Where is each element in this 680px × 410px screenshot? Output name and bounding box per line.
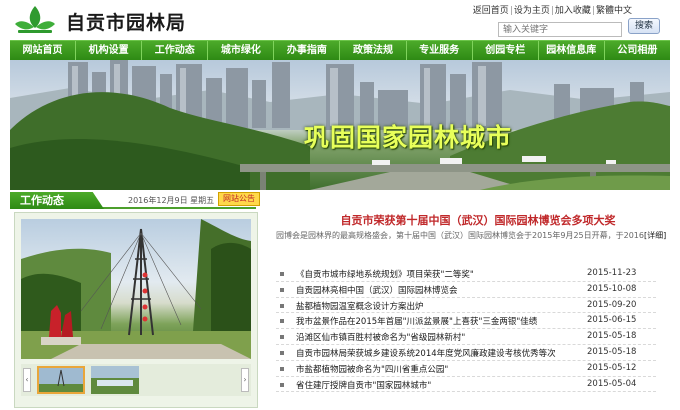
thumbnail-2[interactable] xyxy=(91,366,139,394)
site-title: 自贡市园林局 xyxy=(66,12,187,34)
news-item[interactable]: 盐都植物园温室概念设计方案出炉 2015-09-20 xyxy=(276,298,656,314)
news-date: 2015-09-20 xyxy=(587,299,637,310)
search-button[interactable]: 搜索 xyxy=(628,18,660,34)
search-input[interactable] xyxy=(498,22,622,37)
home-link[interactable]: 返回首页 xyxy=(473,6,509,16)
summary-text: 园博会是园林界的最高规格盛会，第十届中国（武汉）国际园林博览会于2015年9月2… xyxy=(276,231,644,240)
news-title[interactable]: 省住建厅授牌自贡市"国家园林城市" xyxy=(296,379,581,391)
nav-item-photo-album[interactable]: 公司相册 xyxy=(605,41,670,60)
nav-item-services[interactable]: 专业服务 xyxy=(407,41,473,60)
current-date: 2016年12月9日 星期五 xyxy=(128,196,215,205)
news-title[interactable]: 《自贡市城市绿地系统规划》项目荣获"二等奖" xyxy=(296,268,581,280)
news-title[interactable]: 自贡园林亮相中国（武汉）国际园林博览会 xyxy=(296,284,581,296)
banner-slogan: 巩固国家园林城市 xyxy=(304,123,513,152)
traditional-chinese-link[interactable]: 繁體中文 xyxy=(596,6,632,16)
top-links: 返回首页|设为主页|加入收藏|繁體中文 xyxy=(472,6,632,16)
thumbnail-strip: ‹ › xyxy=(21,364,251,396)
news-date: 2015-05-18 xyxy=(587,346,637,357)
headline-title[interactable]: 自贡市荣获第十届中国（武汉）国际园林博览会多项大奖 xyxy=(298,212,658,228)
news-item[interactable]: 自贡市园林局荣获城乡建设系统2014年度党风廉政建设考核优秀等次 2015-05-… xyxy=(276,345,656,361)
news-item[interactable]: 省住建厅授牌自贡市"国家园林城市" 2015-05-04 xyxy=(276,377,656,393)
add-favorite-link[interactable]: 加入收藏 xyxy=(555,6,591,16)
news-title[interactable]: 自贡市园林局荣获城乡建设系统2014年度党风廉政建设考核优秀等次 xyxy=(296,347,581,359)
square-bullet-icon xyxy=(280,366,284,371)
chevron-left-icon[interactable]: ‹ xyxy=(23,368,31,392)
news-item[interactable]: 《自贡市城市绿地系统规划》项目荣获"二等奖" 2015-11-23 xyxy=(276,266,656,282)
header: 自贡市园林局 返回首页|设为主页|加入收藏|繁體中文 搜索 xyxy=(0,0,680,40)
nav-item-garden-database[interactable]: 园林信息库 xyxy=(539,41,605,60)
main-nav: 网站首页 机构设置 工作动态 城市绿化 办事指南 政策法规 专业服务 创园专栏 … xyxy=(10,40,670,60)
nav-item-guide[interactable]: 办事指南 xyxy=(274,41,341,60)
section-title[interactable]: 工作动态 xyxy=(10,192,104,209)
news-title[interactable]: 沿滩区仙市镇百胜村被命名为"省级园林新村" xyxy=(296,331,581,343)
nav-item-policy[interactable]: 政策法规 xyxy=(340,41,407,60)
nav-item-greening[interactable]: 城市绿化 xyxy=(208,41,275,60)
set-homepage-link[interactable]: 设为主页 xyxy=(514,6,550,16)
square-bullet-icon xyxy=(280,382,284,387)
featured-photo[interactable] xyxy=(21,219,251,359)
square-bullet-icon xyxy=(280,319,284,324)
chevron-right-icon[interactable]: › xyxy=(241,368,249,392)
news-item[interactable]: 我市盆景作品在2015年首届"川派盆景展"上喜获"三金两银"佳绩 2015-06-… xyxy=(276,313,656,330)
news-title[interactable]: 我市盆景作品在2015年首届"川派盆景展"上喜获"三金两银"佳绩 xyxy=(296,315,581,327)
detail-link[interactable]: [详细] xyxy=(644,231,666,240)
news-date: 2015-05-04 xyxy=(587,378,637,389)
nav-item-garden-column[interactable]: 创园专栏 xyxy=(473,41,539,60)
announcement-button[interactable]: 网站公告 xyxy=(218,192,260,206)
headline-summary: 园博会是园林界的最高规格盛会，第十届中国（武汉）国际园林博览会于2015年9月2… xyxy=(276,230,670,241)
green-leaf-logo-icon[interactable] xyxy=(14,4,56,36)
nav-item-work-news[interactable]: 工作动态 xyxy=(142,41,209,60)
news-date: 2015-05-18 xyxy=(587,331,637,342)
park-sculpture-image xyxy=(21,219,251,359)
nav-item-home[interactable]: 网站首页 xyxy=(10,41,77,60)
banner: 巩固国家园林城市 xyxy=(10,60,670,190)
square-bullet-icon xyxy=(280,335,284,340)
thumbnail-1[interactable] xyxy=(37,366,85,394)
news-date: 2015-05-12 xyxy=(587,362,637,373)
square-bullet-icon xyxy=(280,303,284,308)
news-title[interactable]: 盐都植物园温室概念设计方案出炉 xyxy=(296,300,581,312)
news-date: 2015-06-15 xyxy=(587,315,637,326)
news-list: 《自贡市城市绿地系统规划》项目荣获"二等奖" 2015-11-23 自贡园林亮相中… xyxy=(276,266,656,393)
news-item[interactable]: 自贡园林亮相中国（武汉）国际园林博览会 2015-10-08 xyxy=(276,282,656,298)
square-bullet-icon xyxy=(280,272,284,276)
news-item[interactable]: 沿滩区仙市镇百胜村被命名为"省级园林新村" 2015-05-18 xyxy=(276,329,656,345)
news-title[interactable]: 市盐都植物园被命名为"四川省重点公园" xyxy=(296,363,581,375)
square-bullet-icon xyxy=(280,287,284,292)
nav-item-organization[interactable]: 机构设置 xyxy=(76,41,143,60)
news-date: 2015-10-08 xyxy=(587,283,637,294)
news-date: 2015-11-23 xyxy=(587,268,637,278)
news-item[interactable]: 市盐都植物园被命名为"四川省重点公园" 2015-05-12 xyxy=(276,361,656,377)
square-bullet-icon xyxy=(280,350,284,355)
photo-panel: ‹ › xyxy=(14,212,258,408)
